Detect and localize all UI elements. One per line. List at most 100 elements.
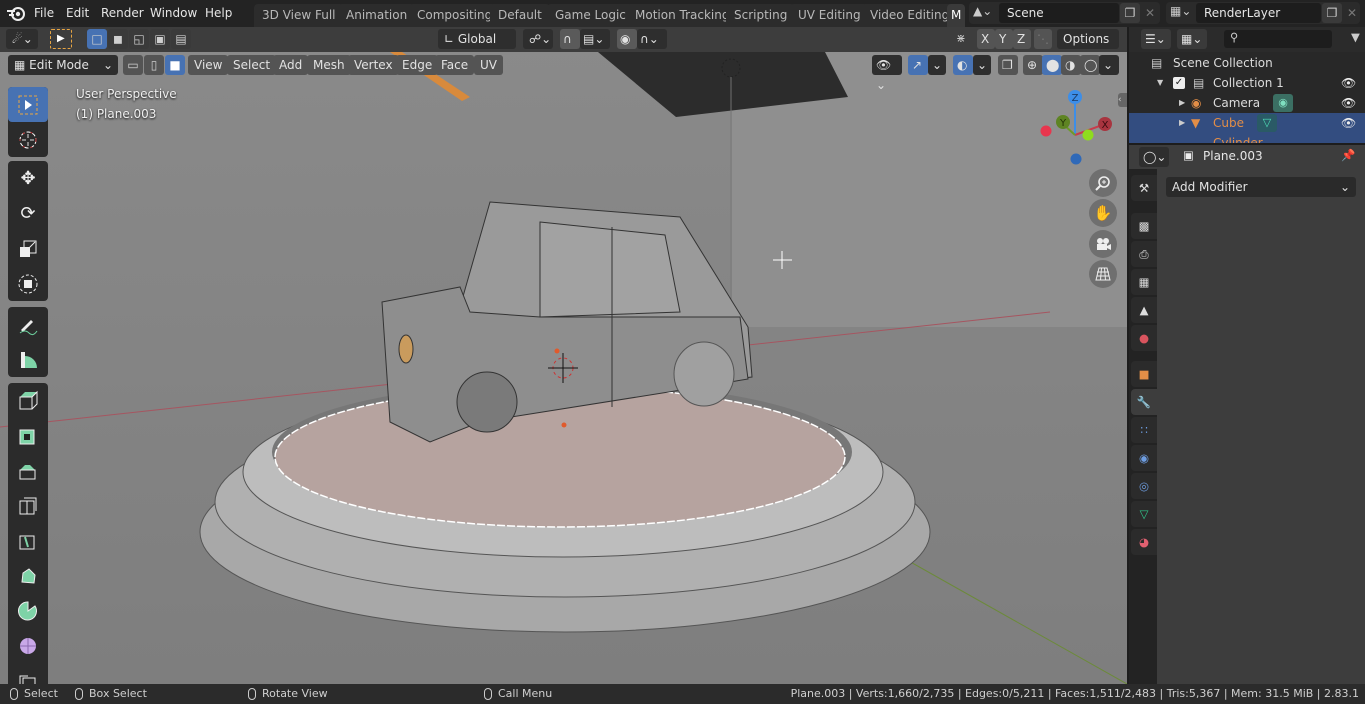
menu-add[interactable]: Add bbox=[273, 55, 309, 75]
menu-window[interactable]: Window bbox=[144, 0, 203, 27]
menu-view[interactable]: View bbox=[188, 55, 229, 75]
delete-scene-icon[interactable]: ✕ bbox=[1140, 3, 1160, 23]
proportional-edit-icon[interactable]: ◉ bbox=[617, 29, 637, 49]
bevel-tool-icon[interactable] bbox=[8, 453, 48, 488]
tab-motion-tracking[interactable]: Motion Tracking bbox=[627, 4, 738, 27]
camera-view-icon[interactable] bbox=[1089, 230, 1117, 258]
mesh-data-icon[interactable]: ▽ bbox=[1257, 114, 1277, 132]
outliner-row-collection[interactable]: ▼ ✓ ▤ Collection 1 👁 bbox=[1129, 73, 1365, 93]
scene-name-field[interactable]: Scene bbox=[999, 3, 1119, 23]
auto-merge-icon[interactable]: ⋱ bbox=[1034, 29, 1052, 49]
shading-solid-icon[interactable]: ⬤ bbox=[1042, 55, 1062, 75]
filter-funnel-icon[interactable]: ▼ bbox=[1351, 30, 1360, 44]
pan-view-hand-icon[interactable]: ✋ bbox=[1089, 199, 1117, 227]
new-scene-icon[interactable]: ❐ bbox=[1120, 3, 1140, 23]
pivot-point-icon[interactable]: ☍⌄ bbox=[523, 29, 553, 49]
knife-tool-icon[interactable] bbox=[8, 523, 48, 558]
face-select-mode-icon[interactable]: ■ bbox=[165, 55, 185, 75]
mode-invert-selection-icon[interactable]: ▣ bbox=[150, 29, 170, 49]
active-tool-icon[interactable]: ▶ bbox=[50, 29, 72, 49]
proportional-falloff-icon[interactable]: ∩⌄ bbox=[637, 29, 667, 49]
filter-view-layer-icon[interactable]: ▦⌄ bbox=[1177, 29, 1207, 49]
gizmo-dropdown-icon[interactable]: ⌄ bbox=[928, 55, 946, 75]
outliner-row-cube[interactable]: ▶ ▼ Cube ▽ 👁 bbox=[1129, 113, 1365, 133]
editor-type-icon[interactable]: ◯⌄ bbox=[1139, 147, 1169, 167]
tab-output-icon[interactable]: ⎙ bbox=[1131, 241, 1157, 267]
snap-target-dropdown-icon[interactable]: ▤⌄ bbox=[580, 29, 610, 49]
show-gizmo-icon[interactable]: ↗ bbox=[908, 55, 928, 75]
mode-extend-selection-icon[interactable]: ◼ bbox=[108, 29, 128, 49]
menu-mesh[interactable]: Mesh bbox=[307, 55, 351, 75]
cursor-tool-icon[interactable] bbox=[8, 122, 48, 157]
loop-cut-tool-icon[interactable] bbox=[8, 488, 48, 523]
toggle-ortho-grid-icon[interactable] bbox=[1089, 260, 1117, 288]
measure-tool-icon[interactable] bbox=[8, 342, 48, 377]
mode-subtract-selection-icon[interactable]: ◱ bbox=[129, 29, 149, 49]
tool-settings-icon[interactable]: ☄⌄ bbox=[6, 29, 38, 49]
scale-tool-icon[interactable] bbox=[8, 231, 48, 266]
shading-material-icon[interactable]: ◑ bbox=[1061, 55, 1081, 75]
transform-orientation-dropdown[interactable]: ∟ Global ⌄ bbox=[438, 29, 516, 66]
overlays-dropdown-icon[interactable]: ⌄ bbox=[973, 55, 991, 75]
menu-face[interactable]: Face bbox=[435, 55, 475, 75]
new-view-layer-icon[interactable]: ❐ bbox=[1322, 3, 1342, 23]
expand-arrow-icon[interactable]: ▶ bbox=[1179, 113, 1185, 133]
spin-tool-icon[interactable] bbox=[8, 593, 48, 628]
menu-edit[interactable]: Edit bbox=[60, 0, 95, 27]
display-mode-icon[interactable]: ☰⌄ bbox=[1141, 29, 1171, 49]
transform-tool-icon[interactable] bbox=[8, 266, 48, 301]
tab-mesh-data-icon[interactable]: ▽ bbox=[1131, 501, 1157, 527]
tab-animation[interactable]: Animation bbox=[338, 4, 416, 27]
tab-scene-icon[interactable]: ▲ bbox=[1131, 297, 1157, 323]
view-layer-icon[interactable]: ▦⌄ bbox=[1170, 4, 1194, 18]
delete-view-layer-icon[interactable]: ✕ bbox=[1342, 3, 1362, 23]
tab-compositing[interactable]: Compositing bbox=[409, 4, 501, 27]
tab-scripting[interactable]: Scripting bbox=[726, 4, 796, 27]
menu-file[interactable]: File bbox=[28, 0, 60, 27]
mirror-y-button[interactable]: Y bbox=[995, 29, 1013, 49]
visibility-eye-icon[interactable]: 👁 bbox=[1341, 93, 1356, 113]
collection-checkbox[interactable]: ✓ bbox=[1173, 77, 1185, 89]
rotate-tool-icon[interactable]: ⟳ bbox=[8, 196, 48, 231]
menu-vertex[interactable]: Vertex bbox=[348, 55, 399, 75]
tab-default[interactable]: Default bbox=[490, 4, 550, 27]
navigation-gizmo[interactable]: Z X Y bbox=[1035, 87, 1120, 172]
shrink-fatten-tool-icon[interactable] bbox=[8, 663, 48, 684]
expand-arrow-icon[interactable]: ▼ bbox=[1157, 73, 1163, 93]
tab-view-layer-icon[interactable]: ▦ bbox=[1131, 269, 1157, 295]
tab-material-icon[interactable]: ◕ bbox=[1131, 529, 1157, 555]
menu-help[interactable]: Help bbox=[199, 0, 238, 27]
tab-modeling[interactable]: M bbox=[947, 4, 965, 27]
outliner-row-camera[interactable]: ▶ ◉ Camera ◉ 👁 bbox=[1129, 93, 1365, 113]
mirror-z-button[interactable]: Z bbox=[1013, 29, 1031, 49]
edge-select-mode-icon[interactable]: ▯ bbox=[144, 55, 164, 75]
view-layer-name-field[interactable]: RenderLayer bbox=[1196, 3, 1321, 23]
options-dropdown[interactable]: Options ⌄ bbox=[1057, 29, 1119, 66]
toggle-xray-icon[interactable]: ❐ bbox=[998, 55, 1018, 75]
outliner-row-scene-collection[interactable]: ▤ Scene Collection bbox=[1129, 53, 1365, 73]
tab-tool-icon[interactable]: ⚒ bbox=[1131, 175, 1157, 201]
expand-arrow-icon[interactable]: ▶ bbox=[1179, 93, 1185, 113]
smooth-tool-icon[interactable] bbox=[8, 628, 48, 663]
move-tool-icon[interactable]: ✥ bbox=[8, 161, 48, 196]
tab-physics-icon[interactable]: ◉ bbox=[1131, 445, 1157, 471]
tab-world-icon[interactable]: ● bbox=[1131, 325, 1157, 351]
shading-wireframe-icon[interactable]: ⊕ bbox=[1023, 55, 1043, 75]
outliner-row-cylinder[interactable]: Cylinder bbox=[1129, 133, 1365, 143]
visibility-eye-icon[interactable]: 👁 bbox=[1341, 73, 1356, 93]
zoom-view-icon[interactable] bbox=[1089, 169, 1117, 197]
scene-icon[interactable]: ▲⌄ bbox=[973, 4, 997, 18]
blender-logo-icon[interactable] bbox=[6, 4, 26, 22]
3d-viewport[interactable]: User Perspective (1) Plane.003 Z X Y ✋ ‹… bbox=[0, 27, 1127, 684]
menu-select[interactable]: Select bbox=[227, 55, 277, 75]
visibility-eye-icon[interactable]: 👁 bbox=[1341, 113, 1356, 133]
poly-build-tool-icon[interactable] bbox=[8, 558, 48, 593]
snap-toggle-magnet-icon[interactable]: ∩ bbox=[560, 29, 580, 49]
annotate-tool-icon[interactable] bbox=[8, 307, 48, 342]
sidebar-toggle-chevron-icon[interactable]: ‹ bbox=[1118, 93, 1127, 107]
vertex-select-mode-icon[interactable]: ▭ bbox=[123, 55, 143, 75]
extrude-region-tool-icon[interactable] bbox=[8, 383, 48, 418]
select-box-tool-icon[interactable] bbox=[8, 87, 48, 122]
shading-dropdown-icon[interactable]: ⌄ bbox=[1099, 55, 1119, 75]
show-overlays-icon[interactable]: ◐ bbox=[953, 55, 973, 75]
